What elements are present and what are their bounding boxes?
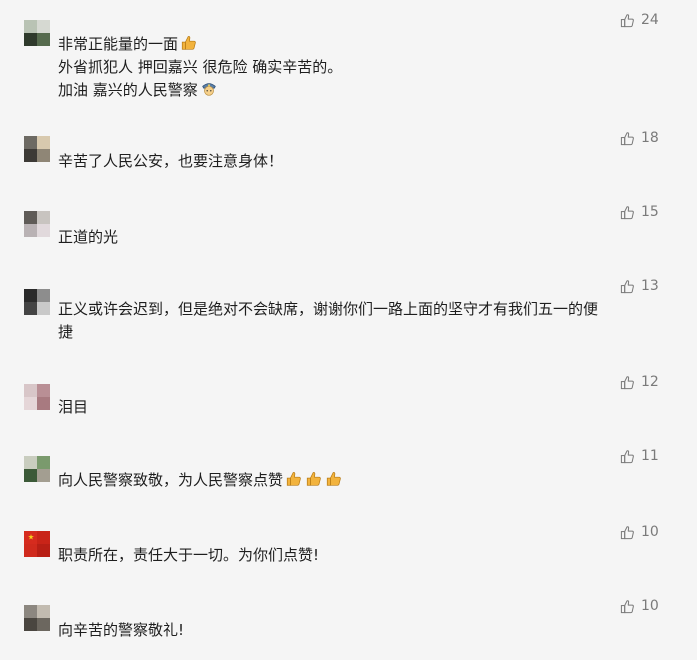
comment-text: 正道的光 [58, 226, 658, 249]
like-button[interactable]: 10 [620, 522, 686, 542]
thumbs-up-emoji [285, 470, 303, 488]
like-count: 24 [641, 12, 659, 28]
avatar[interactable] [24, 136, 50, 162]
comment-line: 辛苦了人民公安，也要注意身体！ [58, 152, 284, 170]
thumbs-up-outline-icon [620, 131, 635, 146]
comment-line: 向辛苦的警察敬礼! [58, 621, 185, 639]
comment-line: 职责所在，责任大于一切。为你们点赞! [58, 546, 320, 564]
comment-feed: 非常正能量的一面 外省抓犯人 押回嘉兴 很危险 确实辛苦的。 加油 嘉兴的人民警… [0, 0, 697, 660]
like-button[interactable]: 12 [620, 372, 686, 392]
like-button[interactable]: 15 [620, 202, 686, 222]
comment-text: 泪目 [58, 396, 658, 419]
like-count: 12 [641, 374, 659, 390]
comment-text: 向人民警察致敬，为人民警察点赞 [58, 469, 658, 492]
thumbs-up-emoji [305, 470, 323, 488]
like-count: 10 [641, 598, 659, 614]
comment-line: 正义或许会迟到，但是绝对不会缺席，谢谢你们一路上面的坚守才有我们五一的便 [58, 300, 599, 318]
comment-text: 非常正能量的一面 外省抓犯人 押回嘉兴 很危险 确实辛苦的。 加油 嘉兴的人民警… [58, 33, 658, 102]
like-count: 18 [641, 130, 659, 146]
comment-line: 泪目 [58, 398, 89, 416]
thumbs-up-outline-icon [620, 375, 635, 390]
comment-line: 捷 [58, 323, 74, 341]
police-officer-emoji [200, 80, 218, 98]
avatar[interactable] [24, 605, 50, 631]
comment-line: 外省抓犯人 押回嘉兴 很危险 确实辛苦的。 [58, 58, 343, 76]
avatar[interactable] [24, 456, 50, 482]
comment-text: 职责所在，责任大于一切。为你们点赞! [58, 544, 658, 567]
avatar[interactable] [24, 211, 50, 237]
like-count: 13 [641, 278, 659, 294]
like-button[interactable]: 11 [620, 446, 686, 466]
avatar[interactable] [24, 531, 50, 557]
comment-line: 向人民警察致敬，为人民警察点赞 [58, 471, 284, 489]
avatar[interactable] [24, 384, 50, 410]
comment-line: 非常正能量的一面 [58, 35, 179, 53]
avatar[interactable] [24, 20, 50, 46]
thumbs-up-outline-icon [620, 279, 635, 294]
thumbs-up-outline-icon [620, 205, 635, 220]
like-count: 11 [641, 448, 659, 464]
comment-text: 正义或许会迟到，但是绝对不会缺席，谢谢你们一路上面的坚守才有我们五一的便 捷 [58, 298, 658, 344]
thumbs-up-outline-icon [620, 449, 635, 464]
avatar[interactable] [24, 289, 50, 315]
thumbs-up-emoji [325, 470, 343, 488]
comment-line: 正道的光 [58, 228, 119, 246]
comment-text: 向辛苦的警察敬礼! [58, 619, 658, 642]
like-button[interactable]: 18 [620, 128, 686, 148]
like-button[interactable]: 13 [620, 276, 686, 296]
like-count: 10 [641, 524, 659, 540]
like-button[interactable]: 24 [620, 10, 686, 30]
thumbs-up-emoji [180, 34, 198, 52]
thumbs-up-outline-icon [620, 599, 635, 614]
comment-line: 加油 嘉兴的人民警察 [58, 81, 198, 99]
thumbs-up-outline-icon [620, 525, 635, 540]
comment-text: 辛苦了人民公安，也要注意身体！ [58, 150, 658, 173]
like-button[interactable]: 10 [620, 596, 686, 616]
like-count: 15 [641, 204, 659, 220]
thumbs-up-outline-icon [620, 13, 635, 28]
